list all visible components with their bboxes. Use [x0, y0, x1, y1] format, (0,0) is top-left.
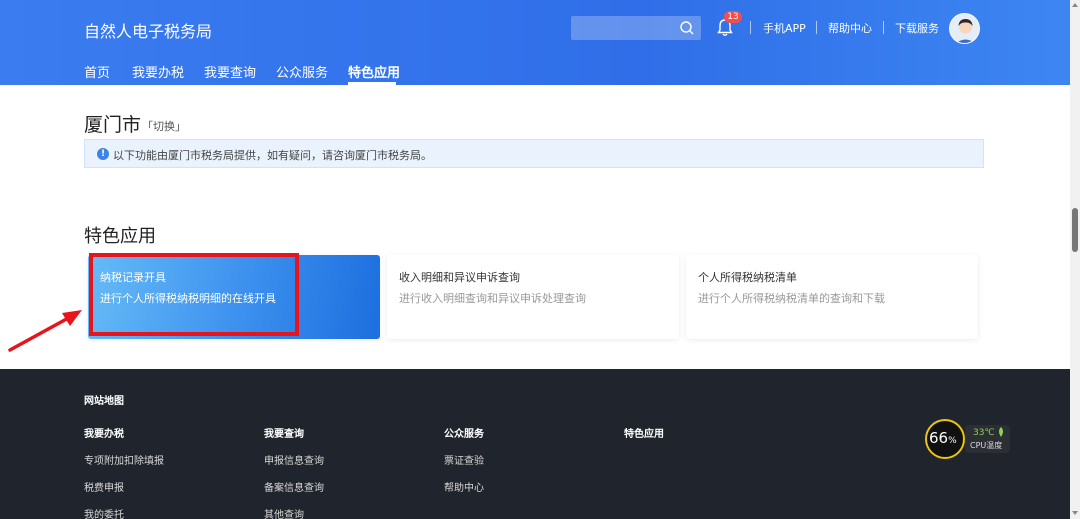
cpu-usage-percent: 66% [929, 429, 957, 447]
city-name: 厦门市 [84, 114, 142, 136]
nav-public-service[interactable]: 公众服务 [276, 62, 328, 81]
cpu-monitor-widget[interactable]: 66% 33℃ CPU温度 [925, 419, 1010, 459]
footer-col-title: 我要办税 [84, 429, 124, 440]
footer-link[interactable]: 票证查验 [444, 452, 484, 467]
header-divider [883, 21, 884, 34]
top-header: 自然人电子税务局 13 手机APP 帮助中心 下载服务 首页 我要办税 我要查询… [0, 0, 1070, 85]
section-title: 特色应用 [84, 226, 156, 247]
info-notice-bar: ! 以下功能由厦门市税务局提供，如有疑问，请咨询厦门市税务局。 [84, 139, 984, 168]
footer-col-title: 我要查询 [264, 429, 304, 440]
card-description: 进行收入明细查询和异议申诉处理查询 [399, 292, 586, 305]
link-mobile-app[interactable]: 手机APP [763, 20, 806, 36]
header-divider [816, 21, 817, 34]
leaf-icon [999, 427, 1003, 437]
cpu-temperature: 33℃ [973, 428, 995, 438]
card-tax-list[interactable]: 个人所得税纳税清单 进行个人所得税纳税清单的查询和下载 [686, 255, 978, 339]
footer-col-title: 特色应用 [624, 429, 664, 440]
site-title[interactable]: 自然人电子税务局 [84, 18, 212, 42]
active-nav-indicator [348, 82, 396, 85]
app-window: 自然人电子税务局 13 手机APP 帮助中心 下载服务 首页 我要办税 我要查询… [0, 0, 1080, 519]
footer-link[interactable]: 专项附加扣除填报 [84, 452, 164, 467]
card-title: 个人所得税纳税清单 [698, 271, 797, 284]
page-scrollbar[interactable] [1070, 0, 1080, 519]
notification-badge: 13 [724, 11, 742, 23]
footer-link[interactable]: 税费申报 [84, 479, 124, 494]
sitemap-heading: 网站地图 [84, 396, 124, 407]
nav-query[interactable]: 我要查询 [204, 62, 256, 81]
card-title: 收入明细和异议申诉查询 [399, 271, 520, 284]
footer-link[interactable]: 我的委托 [84, 506, 124, 519]
cpu-usage-value: 66 [929, 429, 949, 447]
red-highlight-box [89, 253, 299, 336]
switch-city-link[interactable]: 「切换」 [142, 118, 186, 134]
scroll-thumb[interactable] [1072, 208, 1078, 252]
footer-link[interactable]: 帮助中心 [444, 479, 484, 494]
search-icon[interactable] [679, 20, 695, 36]
link-download-service[interactable]: 下载服务 [895, 20, 939, 36]
footer-col-title: 公众服务 [444, 429, 484, 440]
info-icon: ! [97, 148, 109, 160]
footer-link[interactable]: 其他查询 [264, 506, 304, 519]
scroll-down-arrow-icon[interactable] [1072, 511, 1078, 515]
nav-featured-apps[interactable]: 特色应用 [348, 62, 400, 81]
nav-home[interactable]: 首页 [84, 62, 110, 81]
site-footer: 网站地图 我要办税 专项附加扣除填报 税费申报 我的委托 我要查询 申报信息查询… [0, 369, 1070, 519]
header-divider [750, 21, 751, 34]
notice-text: 以下功能由厦门市税务局提供，如有疑问，请咨询厦门市税务局。 [113, 149, 432, 162]
cpu-temperature-label: CPU温度 [970, 441, 1003, 450]
card-income-appeal-query[interactable]: 收入明细和异议申诉查询 进行收入明细查询和异议申诉处理查询 [387, 255, 679, 339]
link-help-center[interactable]: 帮助中心 [828, 20, 872, 36]
cpu-usage-unit: % [948, 436, 957, 446]
user-avatar[interactable] [949, 13, 980, 44]
footer-link[interactable]: 申报信息查询 [264, 452, 324, 467]
avatar-image [950, 14, 979, 43]
footer-link[interactable]: 备案信息查询 [264, 479, 324, 494]
card-description: 进行个人所得税纳税清单的查询和下载 [698, 292, 885, 305]
red-arrow-icon [8, 310, 82, 352]
nav-tax-handling[interactable]: 我要办税 [132, 62, 184, 81]
search-input[interactable] [571, 16, 701, 40]
scroll-up-arrow-icon[interactable] [1072, 3, 1078, 7]
